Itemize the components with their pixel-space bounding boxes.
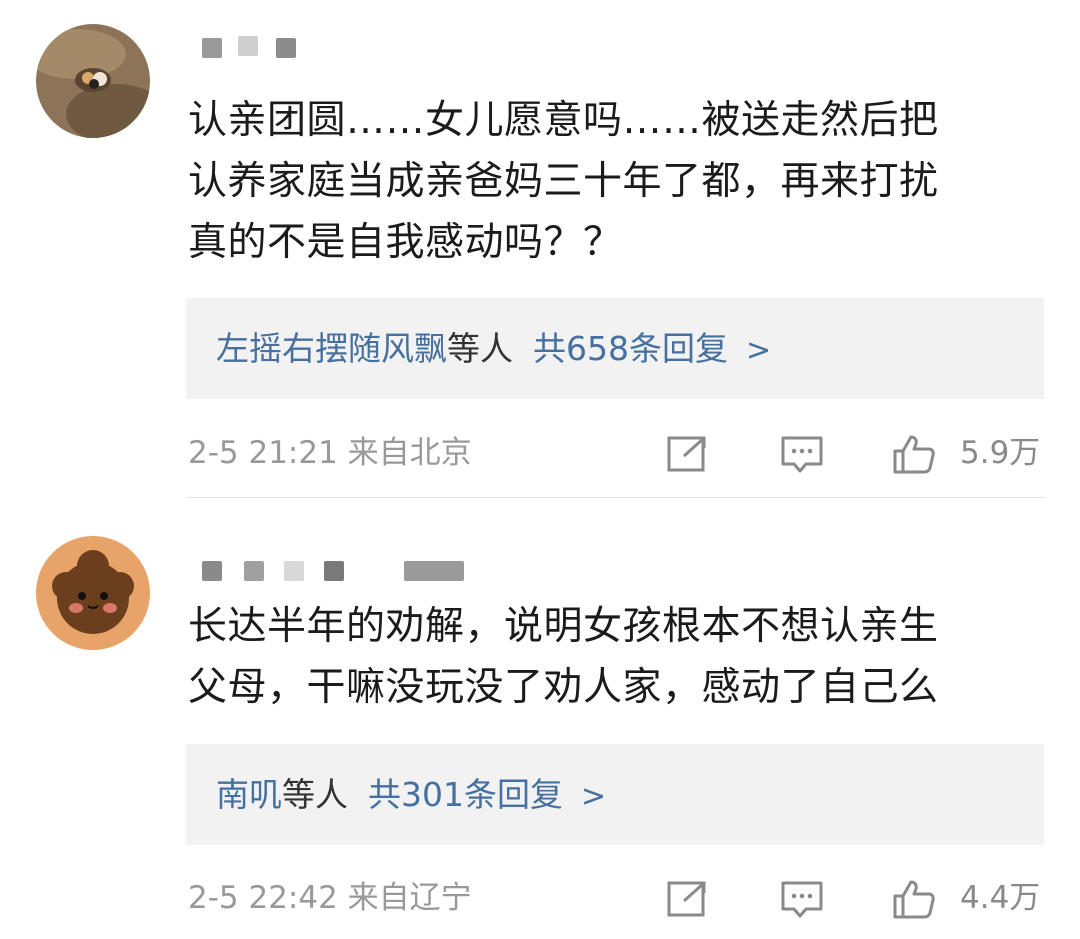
reply-names[interactable]: 左摇右摆随风飘 (216, 329, 447, 368)
reply-others-label: 等人 (447, 329, 513, 368)
reply-count-link[interactable]: 共301条回复 (368, 775, 563, 814)
avatar[interactable] (36, 24, 150, 138)
reply-others-label: 等人 (282, 775, 348, 814)
comment-text: 长达半年的劝解，说明女孩根本不想认亲生 父母，干嘛没玩没了劝人家，感动了自己么 (188, 604, 939, 710)
comment-icon[interactable] (780, 434, 824, 474)
thumbs-up-icon[interactable] (892, 434, 936, 474)
timestamp-location: 2-5 22:42 来自辽宁 (188, 880, 472, 916)
timestamp-location: 2-5 21:21 来自北京 (188, 435, 472, 471)
avatar[interactable] (36, 536, 150, 650)
comment-item: 长达半年的劝解，说明女孩根本不想认亲生 父母，干嘛没玩没了劝人家，感动了自己么 … (0, 500, 1080, 939)
chevron-right-icon: > (581, 779, 607, 814)
reply-count-link[interactable]: 共658条回复 (533, 329, 728, 368)
divider (186, 497, 1046, 498)
comment-icon[interactable] (780, 879, 824, 919)
share-icon[interactable] (666, 879, 710, 919)
reply-names[interactable]: 南叽 (216, 775, 282, 814)
reply-summary[interactable]: 左摇右摆随风飘等人 共658条回复 > (186, 298, 1044, 399)
comment-meta: 2-5 21:21 来自北京 5.9万 (188, 428, 1048, 478)
share-icon[interactable] (666, 434, 710, 474)
thumbs-up-icon[interactable] (892, 879, 936, 919)
like-count: 5.9万 (960, 435, 1041, 471)
chevron-right-icon: > (746, 333, 772, 368)
comment-text: 认亲团圆……女儿愿意吗……被送走然后把 认养家庭当成亲爸妈三十年了都，再来打扰 … (188, 98, 939, 265)
comment-item: 认亲团圆……女儿愿意吗……被送走然后把 认养家庭当成亲爸妈三十年了都，再来打扰 … (0, 0, 1080, 498)
reply-summary[interactable]: 南叽等人 共301条回复 > (186, 744, 1044, 845)
like-count: 4.4万 (960, 880, 1041, 916)
comment-meta: 2-5 22:42 来自辽宁 4.4万 (188, 873, 1048, 923)
